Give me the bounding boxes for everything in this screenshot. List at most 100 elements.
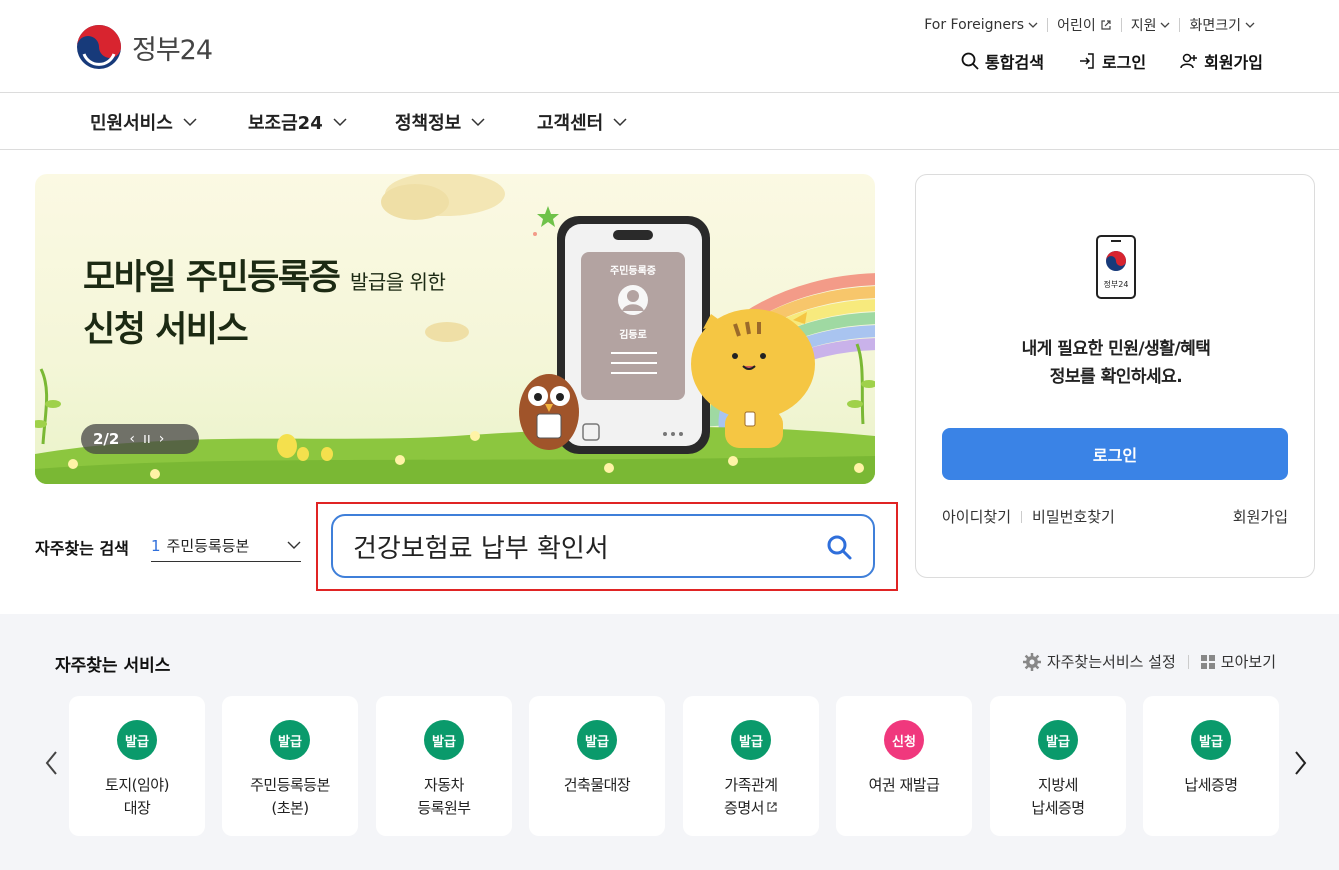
service-label-line2: 대장 bbox=[123, 799, 151, 817]
chevron-down-icon bbox=[287, 541, 301, 549]
issue-badge: 발급 bbox=[1038, 720, 1078, 760]
service-label-line1: 토지(임야) bbox=[105, 776, 169, 794]
header: 정부24 For Foreigners 어린이 지원 화면크기 통합검색 로그인… bbox=[0, 0, 1339, 93]
view-all-button[interactable]: 모아보기 bbox=[1200, 651, 1276, 672]
banner-title-big: 모바일 주민등록증 bbox=[83, 258, 341, 298]
login-message-line2: 정보를 확인하세요. bbox=[1049, 367, 1183, 387]
site-logo[interactable]: 정부24 bbox=[76, 24, 213, 70]
service-label: 가족관계 증명서 bbox=[683, 774, 819, 820]
chevron-left-icon[interactable]: ‹ bbox=[129, 431, 135, 447]
for-foreigners-link[interactable]: For Foreigners bbox=[915, 17, 1047, 33]
chevron-left-icon[interactable] bbox=[42, 748, 62, 778]
login-links: 아이디찾기 비밀번호찾기 회원가입 bbox=[942, 506, 1288, 527]
nav-subsidy24[interactable]: 보조금24 bbox=[248, 109, 347, 135]
chevron-down-icon bbox=[471, 118, 485, 127]
banner-title-small: 발급을 위한 bbox=[349, 270, 446, 294]
login-button[interactable]: 로그인 bbox=[942, 428, 1288, 480]
issue-badge: 발급 bbox=[117, 720, 157, 760]
find-id-link[interactable]: 아이디찾기 bbox=[942, 506, 1011, 527]
search-bar bbox=[331, 514, 875, 578]
service-card-vehicle-register[interactable]: 발급 자동차 등록원부 bbox=[376, 696, 512, 836]
service-card-building-register[interactable]: 발급 건축물대장 bbox=[529, 696, 665, 836]
search-input[interactable] bbox=[353, 531, 793, 561]
service-label-line2: 등록원부 bbox=[417, 799, 471, 817]
frequent-services-tools: 자주찾는서비스 설정 모아보기 bbox=[1022, 651, 1276, 672]
id-card-label: 주민등록증 bbox=[610, 266, 656, 277]
search-icon[interactable] bbox=[825, 533, 853, 561]
id-card-name: 김등로 bbox=[619, 330, 647, 341]
login-link[interactable]: 로그인 bbox=[1078, 49, 1146, 73]
service-label: 지방세 납세증명 bbox=[990, 774, 1126, 820]
signup-label: 회원가입 bbox=[1204, 53, 1263, 72]
nav-label: 정책정보 bbox=[395, 113, 462, 134]
frequent-services-title: 자주찾는 서비스 bbox=[55, 656, 171, 676]
taegeuk-logo-icon bbox=[77, 25, 121, 69]
kids-link[interactable]: 어린이 bbox=[1048, 15, 1121, 35]
service-label-line2: 납세증명 bbox=[1031, 799, 1085, 817]
pause-icon[interactable]: ıı bbox=[143, 431, 151, 447]
service-label: 건축물대장 bbox=[529, 774, 665, 797]
service-label-line2-wrap: 증명서 bbox=[683, 797, 819, 820]
issue-badge: 발급 bbox=[424, 720, 464, 760]
service-label-line1: 건축물대장 bbox=[563, 776, 631, 794]
phone-icon-label: 정부24 bbox=[1103, 280, 1129, 289]
service-card-land-register[interactable]: 발급 토지(임야) 대장 bbox=[69, 696, 205, 836]
find-password-link[interactable]: 비밀번호찾기 bbox=[1032, 506, 1115, 527]
service-label-line1: 주민등록등본 bbox=[250, 776, 330, 794]
service-label: 자동차 등록원부 bbox=[376, 774, 512, 820]
nav-policy-info[interactable]: 정책정보 bbox=[395, 109, 485, 135]
apply-badge: 신청 bbox=[884, 720, 924, 760]
login-icon bbox=[1079, 53, 1094, 69]
nav-civil-services[interactable]: 민원서비스 bbox=[90, 109, 197, 135]
service-card-local-tax-certificate[interactable]: 발급 지방세 납세증명 bbox=[990, 696, 1126, 836]
support-menu[interactable]: 지원 bbox=[1122, 15, 1180, 35]
screen-size-menu[interactable]: 화면크기 bbox=[1180, 15, 1264, 35]
login-message: 내게 필요한 민원/생활/혜택 정보를 확인하세요. bbox=[916, 335, 1316, 391]
integrated-search-label: 통합검색 bbox=[985, 53, 1044, 72]
logo-text: 정부24 bbox=[132, 34, 213, 66]
chevron-down-icon bbox=[1161, 22, 1170, 28]
chevron-down-icon bbox=[1028, 22, 1038, 28]
banner-title: 모바일 주민등록증 발급을 위한 신청 서비스 bbox=[83, 254, 446, 354]
screen-size-label: 화면크기 bbox=[1189, 18, 1241, 34]
search-icon bbox=[961, 52, 979, 70]
divider bbox=[1187, 654, 1189, 669]
frequent-search-select[interactable]: 1 주민등록등본 bbox=[151, 530, 301, 562]
frequent-search-value: 주민등록등본 bbox=[166, 537, 250, 555]
integrated-search-button[interactable]: 통합검색 bbox=[961, 49, 1044, 73]
service-label: 주민등록등본 (초본) bbox=[222, 774, 358, 820]
issue-badge: 발급 bbox=[1191, 720, 1231, 760]
banner-page-indicator: 2/2 bbox=[93, 430, 120, 448]
issue-badge: 발급 bbox=[577, 720, 617, 760]
chevron-right-icon[interactable]: › bbox=[159, 431, 165, 447]
banner-title-line2: 신청 서비스 bbox=[83, 310, 249, 350]
chevron-down-icon bbox=[613, 118, 627, 127]
login-card: 정부24 내게 필요한 민원/생활/혜택 정보를 확인하세요. 로그인 아이디찾… bbox=[915, 174, 1315, 578]
chevron-right-icon[interactable] bbox=[1290, 748, 1310, 778]
for-foreigners-label: For Foreigners bbox=[924, 17, 1025, 33]
service-card-family-certificate[interactable]: 발급 가족관계 증명서 bbox=[683, 696, 819, 836]
frequent-search-label: 자주찾는 검색 bbox=[35, 539, 129, 558]
add-user-icon bbox=[1180, 53, 1198, 69]
login-label: 로그인 bbox=[1101, 53, 1147, 72]
kids-label: 어린이 bbox=[1057, 18, 1096, 34]
frequent-search-rank: 1 bbox=[151, 536, 161, 555]
support-label: 지원 bbox=[1130, 18, 1157, 34]
promo-banner[interactable]: 모바일 주민등록증 발급을 위한 신청 서비스 주민등록증 김등로 2/2 ‹ … bbox=[35, 174, 875, 484]
service-label-line1: 납세증명 bbox=[1184, 776, 1238, 794]
signup-card-link[interactable]: 회원가입 bbox=[1233, 506, 1288, 527]
external-link-icon bbox=[767, 802, 777, 812]
service-card-passport-reissue[interactable]: 신청 여권 재발급 bbox=[836, 696, 972, 836]
nav-customer-center[interactable]: 고객센터 bbox=[537, 109, 627, 135]
chevron-down-icon bbox=[333, 118, 347, 127]
signup-link[interactable]: 회원가입 bbox=[1180, 49, 1263, 73]
service-label-line1: 자동차 bbox=[424, 776, 464, 794]
nav-label: 고객센터 bbox=[537, 113, 604, 134]
external-link-icon bbox=[1101, 20, 1111, 30]
service-card-tax-payment-certificate[interactable]: 발급 납세증명 bbox=[1143, 696, 1279, 836]
service-label: 토지(임야) 대장 bbox=[69, 774, 205, 820]
view-all-label: 모아보기 bbox=[1220, 653, 1276, 671]
service-card-resident-registration[interactable]: 발급 주민등록등본 (초본) bbox=[222, 696, 358, 836]
services-settings-button[interactable]: 자주찾는서비스 설정 bbox=[1022, 651, 1176, 672]
chevron-down-icon bbox=[183, 118, 197, 127]
